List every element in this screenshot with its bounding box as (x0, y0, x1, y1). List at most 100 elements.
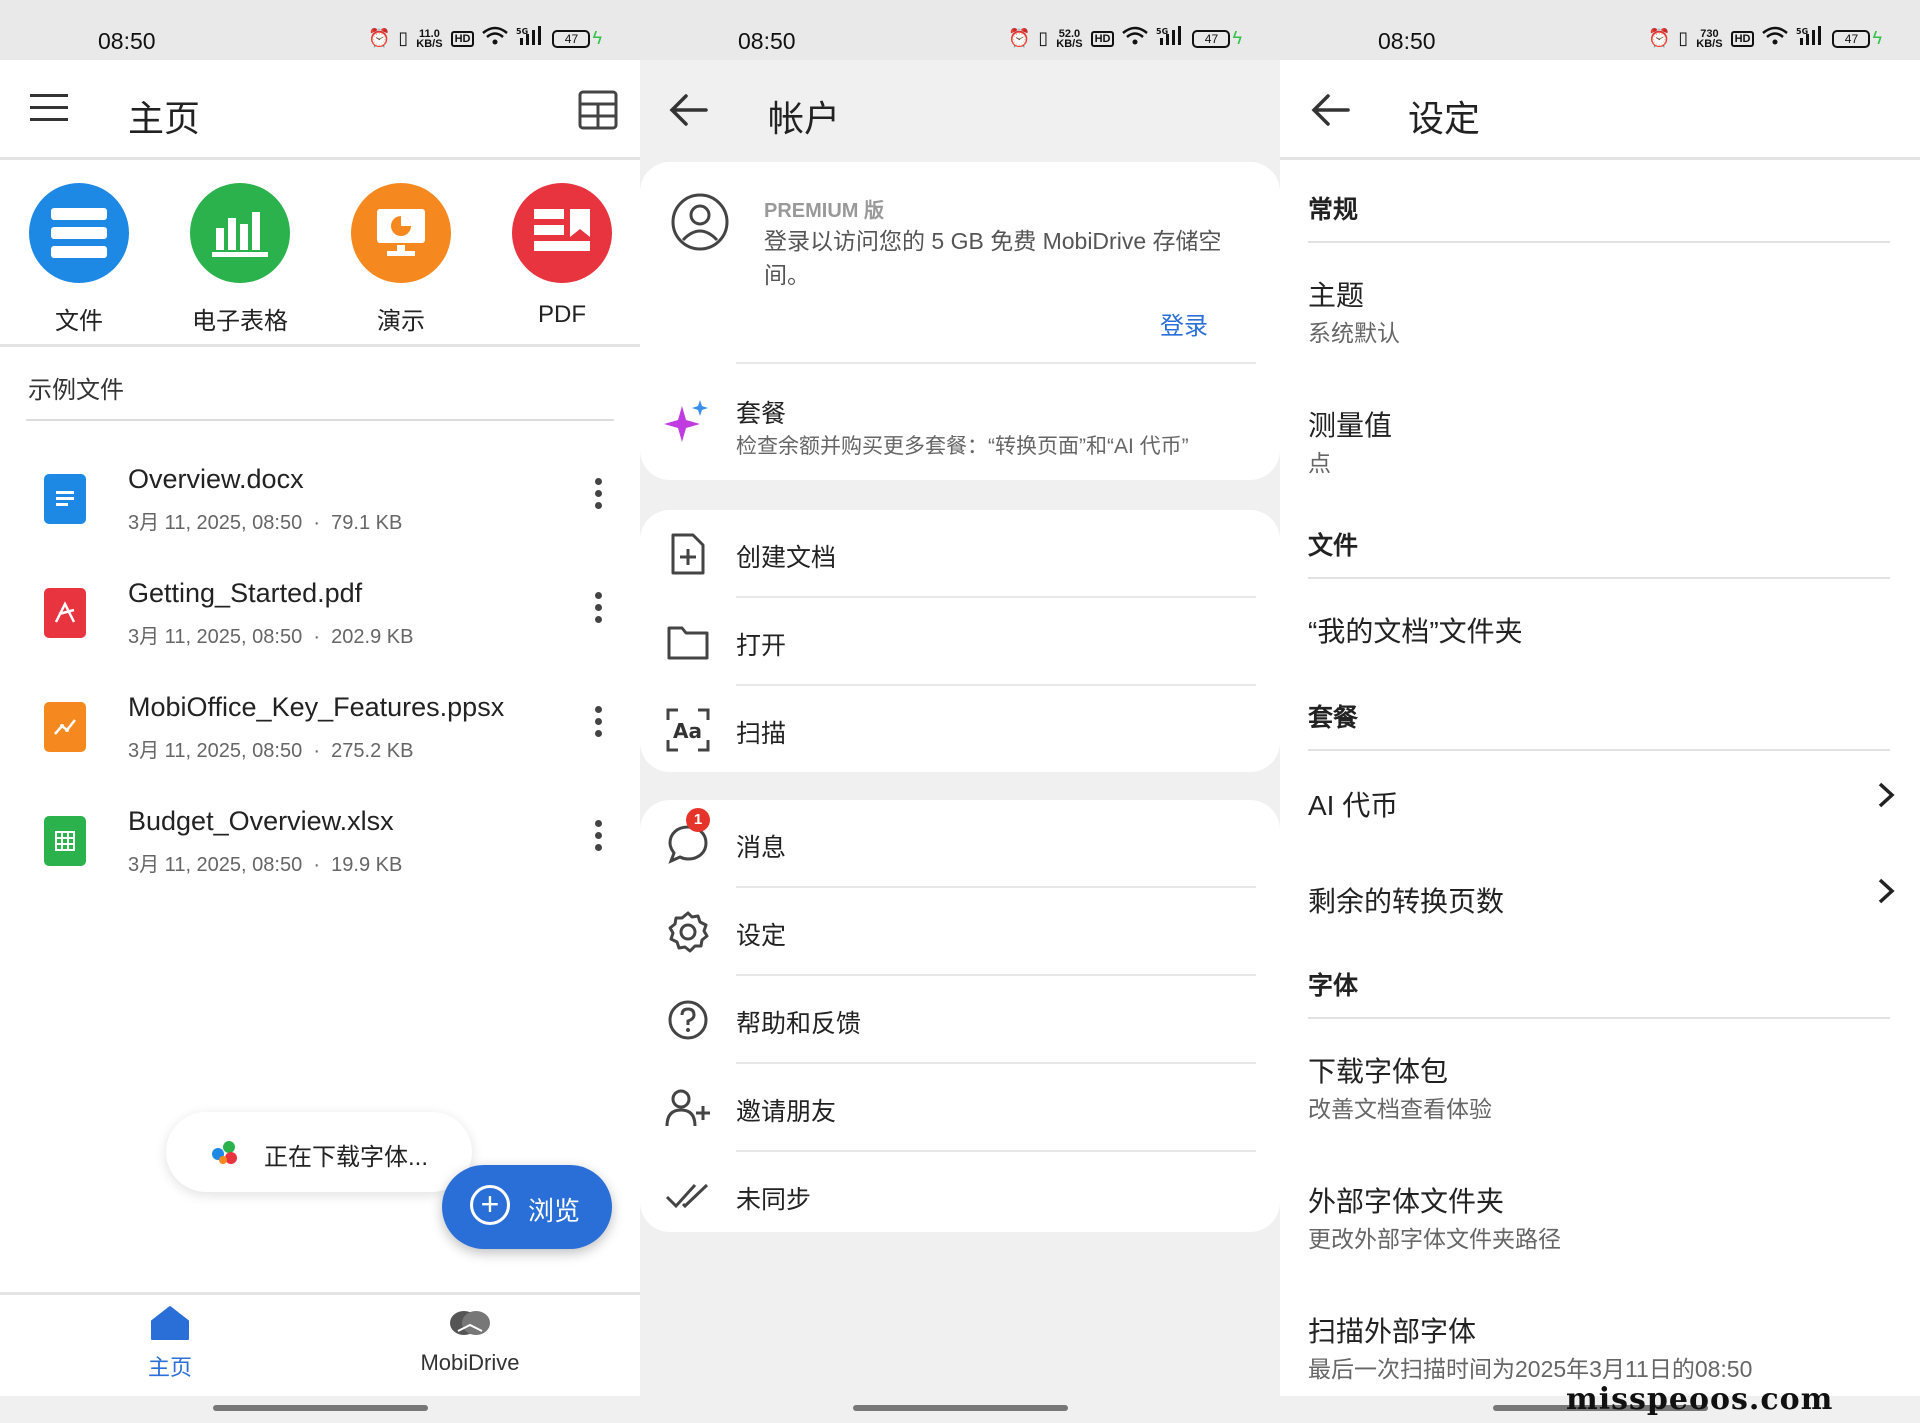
status-icons: ⏰ ▯ 11.0 KB/S HD 5G 47 ϟ (368, 26, 602, 51)
menu-icon[interactable] (30, 92, 68, 124)
status-time: 08:50 (1378, 28, 1436, 54)
file-meta: 3月 11, 2025, 08:50 · 202.9 KB (128, 626, 414, 648)
menu-item-settings[interactable]: 设定 (640, 888, 1280, 976)
docx-file-icon (44, 474, 86, 524)
signal-icon: 5G (516, 26, 544, 51)
premium-description: 登录以访问您的 5 GB 免费 MobiDrive 存储空间。 (764, 228, 1222, 288)
browse-button[interactable]: + 浏览 (442, 1165, 612, 1249)
gear-icon (664, 908, 712, 956)
net-speed: 11.0 KB/S (416, 27, 443, 50)
quick-actions: 文件 电子表格 演示 PDF (0, 183, 640, 336)
bottom-nav: 主页 MobiDrive (0, 1292, 640, 1396)
file-name: Overview.docx (128, 464, 304, 494)
alarm-icon: ⏰ (1007, 28, 1031, 48)
premium-label: PREMIUM 版 (764, 200, 884, 222)
cloud-icon (390, 1305, 550, 1346)
settings-section-files: 文件 (1308, 532, 1359, 560)
nav-mobidrive[interactable]: MobiDrive (390, 1305, 550, 1376)
settings-section-general: 常规 (1308, 196, 1359, 224)
settings-app-bar: 设定 (1280, 60, 1920, 160)
svg-text:Aa: Aa (673, 719, 702, 743)
hd-icon: HD (450, 30, 475, 47)
signal-icon: 5G (1796, 26, 1824, 51)
wifi-icon (1762, 26, 1789, 51)
file-row[interactable]: Budget_Overview.xlsx 3月 11, 2025, 08:50 … (0, 800, 640, 900)
nav-home[interactable]: 主页 (90, 1305, 250, 1382)
file-row[interactable]: Getting_Started.pdf 3月 11, 2025, 08:50 ·… (0, 572, 640, 672)
sheets-icon (190, 183, 290, 283)
battery-icon: 47 ϟ (1832, 28, 1882, 49)
vibrate-icon: ▯ (1038, 28, 1049, 48)
chevron-right-icon (1876, 876, 1896, 914)
back-arrow-icon[interactable] (1310, 92, 1350, 128)
quick-sheets-button[interactable]: 电子表格 (175, 183, 305, 336)
plus-icon: + (470, 1185, 510, 1225)
net-speed: 52.0 KB/S (1056, 27, 1083, 50)
file-name: Getting_Started.pdf (128, 578, 363, 608)
plan-title[interactable]: 套餐 (736, 394, 786, 430)
menu-item-help[interactable]: 帮助和反馈 (640, 976, 1280, 1064)
wifi-icon (1122, 26, 1149, 51)
section-title: 示例文件 (28, 377, 124, 404)
status-bar: 08:50 ⏰ ▯ 52.0 KB/S HD 5G 47 ϟ (640, 0, 1280, 60)
slides-icon (351, 183, 451, 283)
gesture-bar (853, 1405, 1068, 1411)
status-icons: ⏰ ▯ 52.0 KB/S HD 5G 47 ϟ (1008, 26, 1242, 51)
menu-item-unsynced[interactable]: 未同步 (640, 1152, 1280, 1240)
settings-section-plan: 套餐 (1308, 704, 1359, 732)
hd-icon: HD (1730, 30, 1755, 47)
file-row[interactable]: MobiOffice_Key_Features.ppsx 3月 11, 2025… (0, 686, 640, 786)
notification-badge: 1 (686, 808, 710, 832)
status-bar: 08:50 ⏰ ▯ 730 KB/S HD 5G 47 ϟ (1280, 0, 1920, 60)
menu-item-invite[interactable]: 邀请朋友 (640, 1064, 1280, 1152)
menu-item-create[interactable]: 创建文档 (640, 510, 1280, 598)
menu-item-messages[interactable]: 1 消息 (640, 800, 1280, 888)
file-name: Budget_Overview.xlsx (128, 806, 394, 836)
pdf-icon (512, 183, 612, 283)
quick-files-button[interactable]: 文件 (14, 183, 144, 336)
file-name: MobiOffice_Key_Features.ppsx (128, 692, 505, 722)
vibrate-icon: ▯ (398, 28, 409, 48)
home-icon (90, 1305, 250, 1346)
sparkle-icon (664, 398, 710, 449)
double-check-icon (664, 1172, 712, 1220)
status-bar: 08:50 ⏰ ▯ 11.0 KB/S HD 5G 47 ϟ (0, 0, 640, 60)
login-link[interactable]: 登录 (1160, 306, 1208, 341)
colorful-dots-icon (210, 1138, 240, 1171)
quick-pdf-button[interactable]: PDF (497, 183, 627, 329)
alarm-icon: ⏰ (1647, 28, 1671, 48)
home-app-bar: 主页 (0, 60, 640, 160)
file-meta: 3月 11, 2025, 08:50 · 19.9 KB (128, 854, 403, 876)
menu-item-scan[interactable]: Aa 扫描 (640, 686, 1280, 774)
more-options-icon[interactable] (592, 820, 604, 851)
vibrate-icon: ▯ (1678, 28, 1689, 48)
status-icons: ⏰ ▯ 730 KB/S HD 5G 47 ϟ (1648, 26, 1882, 51)
menu-item-open[interactable]: 打开 (640, 598, 1280, 686)
user-avatar-icon (670, 192, 730, 257)
signal-icon: 5G (1156, 26, 1184, 51)
battery-icon: 47 ϟ (552, 28, 602, 49)
scan-text-icon: Aa (664, 706, 712, 754)
more-options-icon[interactable] (592, 478, 604, 509)
back-arrow-icon[interactable] (668, 92, 708, 128)
more-options-icon[interactable] (592, 706, 604, 737)
more-options-icon[interactable] (592, 592, 604, 623)
grid-view-icon[interactable] (578, 90, 618, 130)
hd-icon: HD (1090, 30, 1115, 47)
chevron-right-icon (1876, 780, 1896, 818)
download-toast: 正在下载字体... (166, 1112, 472, 1192)
gesture-bar (213, 1405, 428, 1411)
pdf-file-icon (44, 588, 86, 638)
status-time: 08:50 (738, 28, 796, 54)
page-title: 设定 (1408, 98, 1481, 139)
setting-my-documents-folder[interactable]: “我的文档”文件夹 (1308, 610, 1523, 650)
help-circle-icon (664, 996, 712, 1044)
quick-slides-button[interactable]: 演示 (336, 183, 466, 336)
file-row[interactable]: Overview.docx 3月 11, 2025, 08:50 · 79.1 … (0, 458, 640, 558)
alarm-icon: ⏰ (367, 28, 391, 48)
account-panel: 08:50 ⏰ ▯ 52.0 KB/S HD 5G 47 ϟ 帐户 PREMIUM … (640, 0, 1280, 1423)
folder-icon (664, 618, 712, 666)
watermark: misspeoos.com (1566, 1382, 1834, 1417)
settings-section-fonts: 字体 (1308, 972, 1359, 1000)
battery-icon: 47 ϟ (1192, 28, 1242, 49)
